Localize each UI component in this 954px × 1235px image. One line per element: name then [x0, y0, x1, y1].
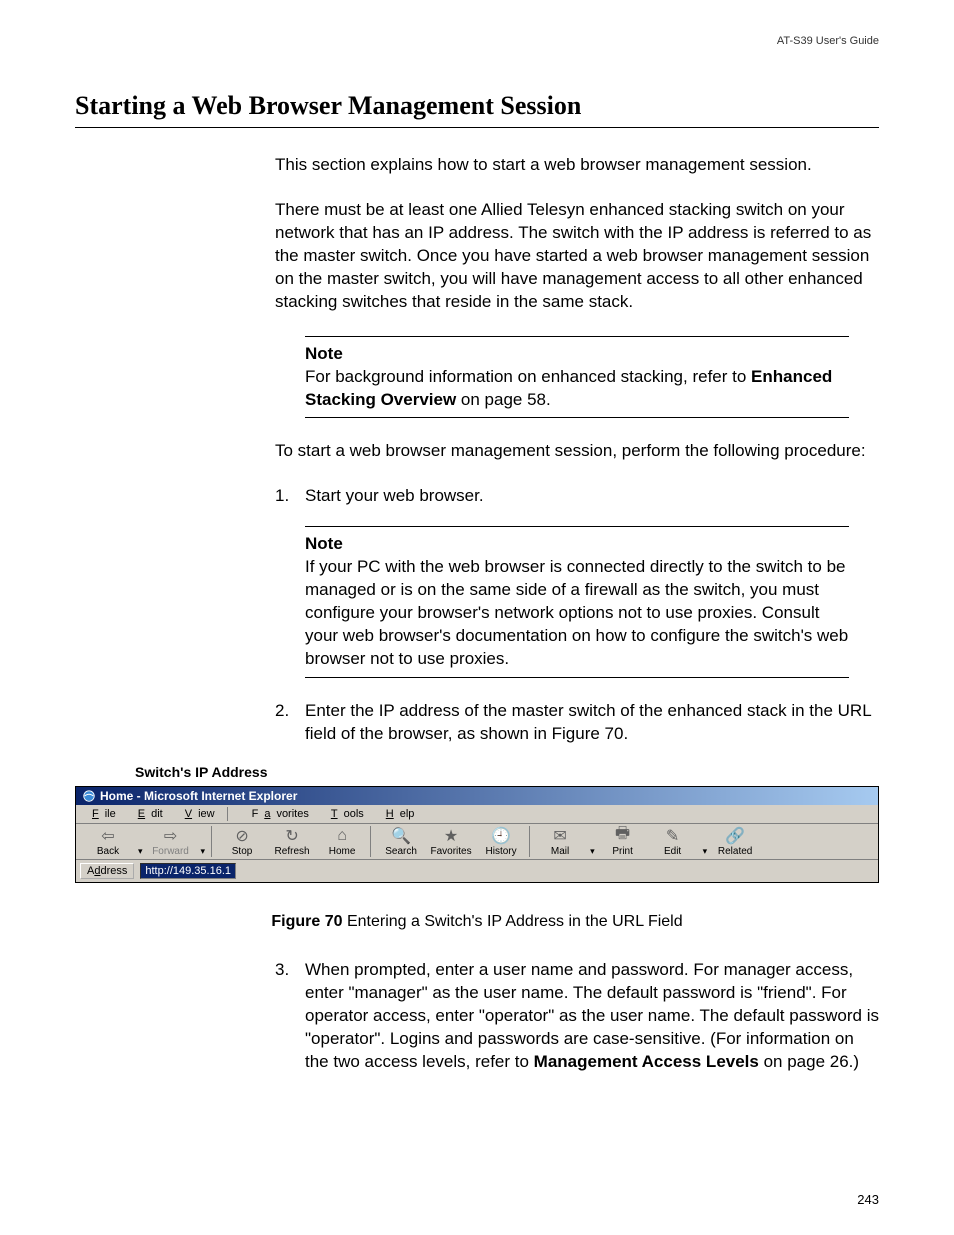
note-box-1: Note For background information on enhan… [305, 336, 849, 419]
browser-screenshot: Home - Microsoft Internet Explorer File … [75, 786, 879, 883]
address-url-input[interactable]: http://149.35.16.1 [140, 863, 236, 879]
note-box-2: Note If your PC with the web browser is … [305, 526, 849, 678]
step-3-text: When prompted, enter a user name and pas… [305, 959, 879, 1074]
related-icon: 🔗 [725, 826, 745, 846]
figure-caption: Figure 70 Entering a Switch's IP Address… [75, 913, 879, 931]
intro-paragraph-2: There must be at least one Allied Telesy… [275, 199, 879, 314]
mail-dropdown-icon[interactable]: ▾ [590, 846, 595, 857]
page-title: Starting a Web Browser Management Sessio… [75, 91, 879, 121]
note-2-text: If your PC with the web browser is conne… [305, 557, 848, 668]
toolbar-back-label: Back [97, 846, 119, 857]
edit-dropdown-icon[interactable]: ▾ [703, 846, 708, 857]
toolbar-forward-button[interactable]: ⇨ Forward [149, 826, 193, 857]
browser-titlebar: Home - Microsoft Internet Explorer [76, 787, 878, 805]
address-label: Address [80, 863, 134, 879]
toolbar-history-button[interactable]: 🕘 History [479, 826, 523, 857]
toolbar-search-button[interactable]: 🔍 Search [379, 826, 423, 857]
toolbar-edit-label: Edit [664, 846, 681, 857]
toolbar-print-button[interactable]: 🖶 Print [601, 826, 645, 857]
refresh-icon: ↻ [282, 826, 302, 846]
search-icon: 🔍 [391, 826, 411, 846]
menu-view[interactable]: View [173, 807, 221, 821]
toolbar-forward-label: Forward [152, 846, 189, 857]
toolbar-home-button[interactable]: ⌂ Home [320, 826, 364, 857]
intro-paragraph-1: This section explains how to start a web… [275, 154, 879, 177]
toolbar-related-button[interactable]: 🔗 Related [713, 826, 757, 857]
step-3-text-post: on page 26.) [759, 1052, 859, 1071]
menu-separator [227, 807, 240, 821]
mail-icon: ✉ [550, 826, 570, 846]
stop-icon: ⊘ [232, 826, 252, 846]
toolbar-stop-button[interactable]: ⊘ Stop [220, 826, 264, 857]
address-bar: Address http://149.35.16.1 [76, 860, 878, 882]
menu-tools[interactable]: Tools [319, 807, 370, 821]
step-2-number: 2. [275, 700, 305, 746]
toolbar-refresh-label: Refresh [275, 846, 310, 857]
figure-number: Figure 70 [271, 913, 342, 930]
procedure-intro: To start a web browser management sessio… [275, 440, 879, 463]
title-rule [75, 127, 879, 128]
note-label-2: Note [305, 534, 343, 553]
toolbar-home-label: Home [329, 846, 356, 857]
browser-title-text: Home - Microsoft Internet Explorer [100, 789, 297, 803]
step-1: 1. Start your web browser. [275, 485, 879, 508]
note-text-pre: For background information on enhanced s… [305, 367, 751, 386]
back-arrow-icon: ⇦ [98, 826, 118, 846]
menu-file[interactable]: File [80, 807, 122, 821]
note-label: Note [305, 344, 343, 363]
figure-pointer-label: Switch's IP Address [135, 764, 879, 780]
toolbar-mail-button[interactable]: ✉ Mail [538, 826, 582, 857]
toolbar-print-label: Print [612, 846, 633, 857]
menu-edit[interactable]: Edit [126, 807, 169, 821]
forward-dropdown-icon[interactable]: ▾ [201, 846, 206, 857]
step-2-text: Enter the IP address of the master switc… [305, 700, 879, 746]
step-3-bold-ref: Management Access Levels [534, 1052, 759, 1071]
toolbar-stop-label: Stop [232, 846, 253, 857]
page-number: 243 [857, 1192, 879, 1207]
step-3-number: 3. [275, 959, 305, 1074]
toolbar-favorites-button[interactable]: ★ Favorites [429, 826, 473, 857]
toolbar-edit-button[interactable]: ✎ Edit [651, 826, 695, 857]
figure-caption-text: Entering a Switch's IP Address in the UR… [343, 913, 683, 930]
edit-icon: ✎ [663, 826, 683, 846]
toolbar-history-label: History [486, 846, 517, 857]
toolbar-back-button[interactable]: ⇦ Back [86, 826, 130, 857]
ie-logo-icon [82, 789, 96, 803]
step-3: 3. When prompted, enter a user name and … [275, 959, 879, 1074]
step-2: 2. Enter the IP address of the master sw… [275, 700, 879, 746]
toolbar-related-label: Related [718, 846, 752, 857]
toolbar-mail-label: Mail [551, 846, 569, 857]
header-guide-name: AT-S39 User's Guide [75, 35, 879, 47]
step-1-text: Start your web browser. [305, 485, 879, 508]
back-dropdown-icon[interactable]: ▾ [138, 846, 143, 857]
note-text-post: on page 58. [456, 390, 551, 409]
print-icon: 🖶 [613, 826, 633, 846]
browser-menubar: File Edit View Favorites Tools Help [76, 805, 878, 824]
toolbar-search-label: Search [385, 846, 417, 857]
menu-help[interactable]: Help [374, 807, 421, 821]
favorites-icon: ★ [441, 826, 461, 846]
toolbar-favorites-label: Favorites [431, 846, 472, 857]
history-icon: 🕘 [491, 826, 511, 846]
home-icon: ⌂ [332, 826, 352, 846]
browser-toolbar: ⇦ Back ▾ ⇨ Forward ▾ ⊘ Stop ↻ Refresh [76, 824, 878, 860]
toolbar-refresh-button[interactable]: ↻ Refresh [270, 826, 314, 857]
step-1-number: 1. [275, 485, 305, 508]
menu-favorites[interactable]: Favorites [246, 807, 315, 821]
forward-arrow-icon: ⇨ [161, 826, 181, 846]
